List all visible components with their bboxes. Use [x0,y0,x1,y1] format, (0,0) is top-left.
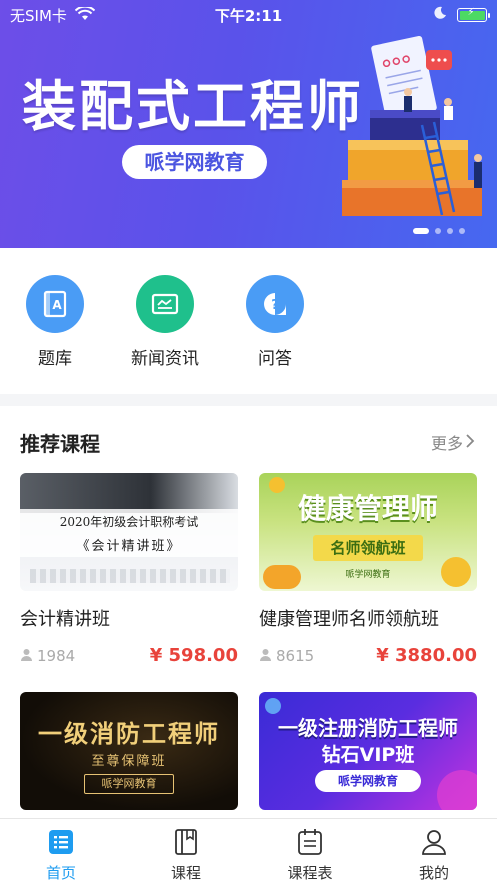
tab-schedule[interactable]: 课程表 [265,827,355,883]
news-icon [136,275,194,333]
svg-text:A: A [52,298,62,312]
tab-label: 首页 [45,864,76,882]
clock: 下午2:11 [214,7,283,25]
quick-entry-bar: A 题库 新闻资讯 ? 问答 [0,248,497,394]
thumb-line-2: 《会计精讲班》 [76,539,182,554]
thumb-line-3: 哌学网教育 [315,770,421,792]
battery-icon [457,7,490,22]
course-thumbnail: 健康管理师 名师领航班 哌学网教育 [259,473,477,591]
course-card[interactable]: 一级消防工程师 至尊保障班 哌学网教育 [20,692,238,810]
pager-dot[interactable] [459,228,465,234]
more-link[interactable]: 更多 [431,430,475,454]
profile-icon [389,827,479,857]
entry-news[interactable]: 新闻资讯 [120,275,210,369]
tab-courses[interactable]: 课程 [141,827,231,883]
tab-home[interactable]: 首页 [16,827,106,883]
course-card[interactable]: 2020年初级会计职称考试 《会计精讲班》 会计精讲班 1984 ¥ 598.0… [20,473,238,666]
entry-question-bank[interactable]: A 题库 [10,275,100,369]
qa-icon: ? [246,275,304,333]
tab-label: 课程表 [287,864,333,882]
thumb-line-1: 一级注册消防工程师 [278,716,458,740]
tab-label: 课程 [170,864,201,882]
home-screen: 无SIM卡 下午2:11 装配式工程师 哌学网教育 [0,0,497,883]
pager-dot[interactable] [435,228,441,234]
user-icon [259,647,272,665]
course-card[interactable]: 健康管理师 名师领航班 哌学网教育 健康管理师名师领航班 8615 ¥ 3880… [259,473,477,666]
thumb-line-1: 2020年初级会计职称考试 [59,515,199,529]
entry-label: 问答 [258,349,292,369]
course-thumbnail: 一级注册消防工程师 钻石VIP班 哌学网教育 [259,692,477,810]
entry-label: 新闻资讯 [131,349,199,369]
user-icon [20,647,33,665]
thumb-line-1: 一级消防工程师 [38,720,220,748]
entry-label: 题库 [38,349,72,369]
recommend-section: 推荐课程 更多 2020年初级会计职称考试 《会计精讲班》 会计精讲班 1984 [0,406,497,818]
pager-dot[interactable] [413,228,429,234]
student-count: 8615 [259,647,314,665]
course-thumbnail: 一级消防工程师 至尊保障班 哌学网教育 [20,692,238,810]
banner-pager[interactable] [413,228,465,234]
status-bar: 无SIM卡 下午2:11 [0,0,497,30]
book-icon [141,827,231,857]
course-card[interactable]: 一级注册消防工程师 钻石VIP班 哌学网教育 [259,692,477,810]
thumb-line-2: 钻石VIP班 [321,744,415,766]
thumb-line-2: 名师领航班 [313,535,423,561]
home-grid-icon [16,827,106,857]
course-name: 会计精讲班 [20,609,110,630]
banner-title: 装配式工程师 [22,74,364,138]
question-bank-icon: A [26,275,84,333]
tab-bar: 首页 课程 课程表 我的 [0,818,497,883]
moon-icon [433,6,447,24]
course-name: 健康管理师名师领航班 [259,609,439,630]
schedule-icon [265,827,355,857]
thumb-line-2: 至尊保障班 [91,754,167,769]
more-label: 更多 [430,434,463,453]
thumb-line-3: 哌学网教育 [84,774,174,794]
student-count-value: 1984 [37,646,76,665]
thumb-line-1: 健康管理师 [297,492,438,525]
banner-brand-pill: 哌学网教育 [122,145,267,179]
pager-dot[interactable] [447,228,453,234]
engineering-illustration [342,35,482,216]
course-price: ¥ 3880.00 [376,645,477,666]
course-thumbnail: 2020年初级会计职称考试 《会计精讲班》 [20,473,238,591]
entry-qa[interactable]: ? 问答 [230,275,320,369]
promo-banner[interactable]: 无SIM卡 下午2:11 装配式工程师 哌学网教育 [0,0,497,248]
tab-profile[interactable]: 我的 [389,827,479,883]
chevron-right-icon [465,433,475,452]
course-price: ¥ 598.00 [149,645,238,666]
tab-label: 我的 [418,864,449,882]
student-count: 1984 [20,647,75,665]
svg-text:?: ? [271,298,279,313]
student-count-value: 8615 [276,646,315,665]
section-title: 推荐课程 [20,432,100,456]
